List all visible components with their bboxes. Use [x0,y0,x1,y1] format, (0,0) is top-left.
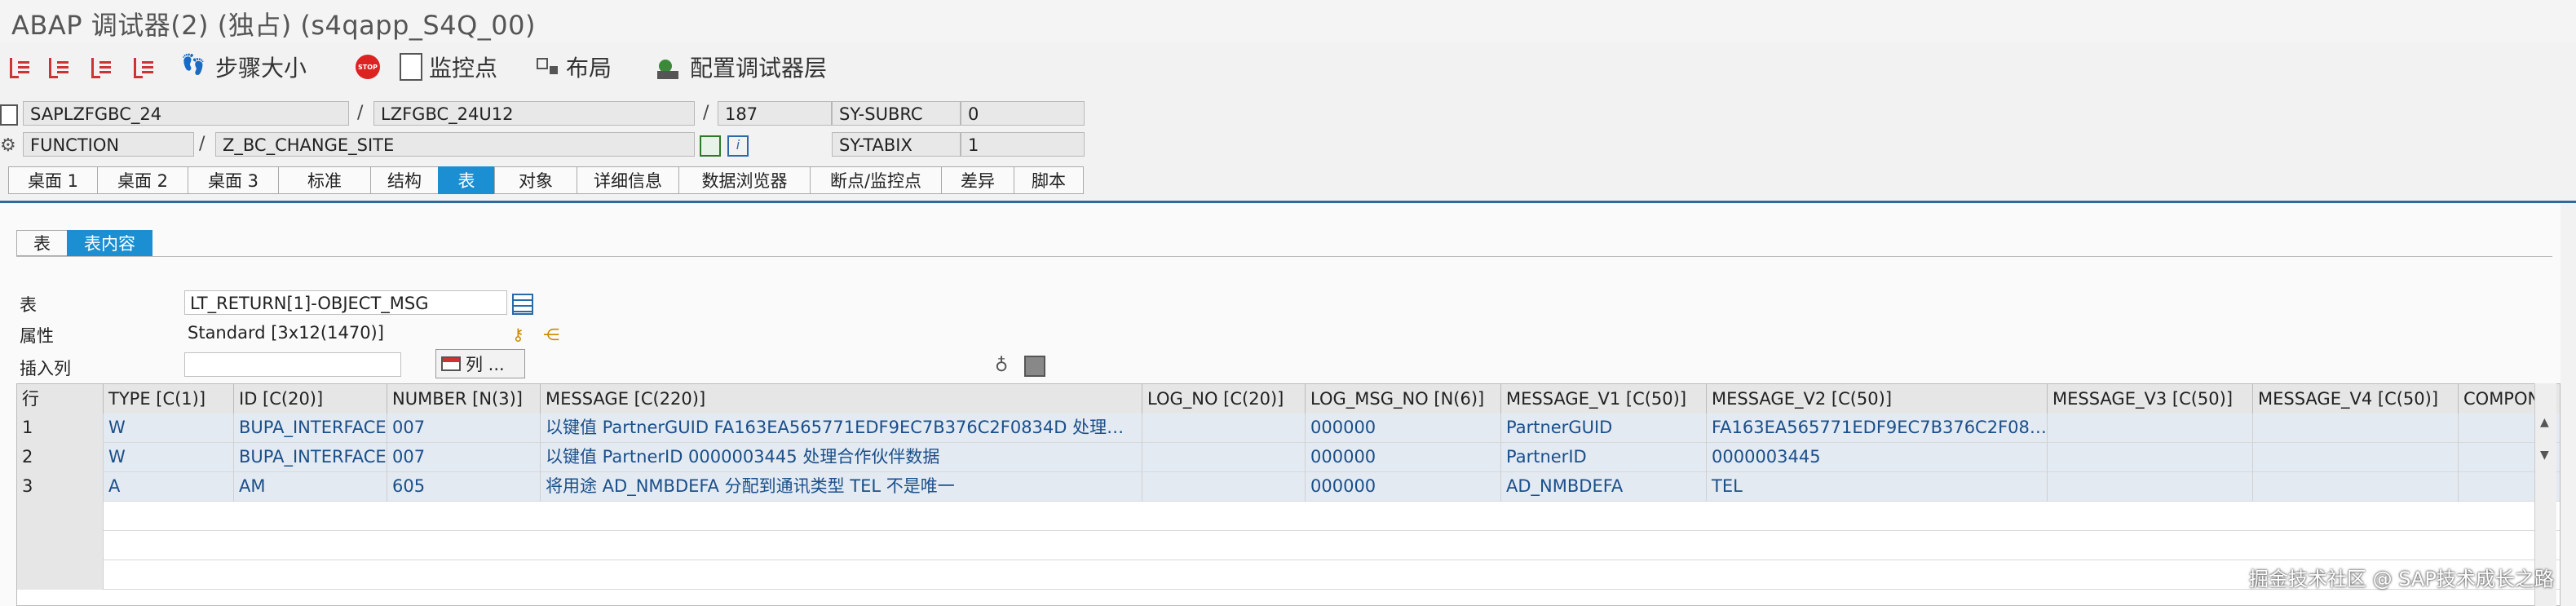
col-header-message[interactable]: MESSAGE [C(220)] [541,384,1142,414]
step-return-icon [88,55,113,79]
stop-icon: STOP [356,55,380,79]
key-icon[interactable]: ⚷ [512,325,530,344]
navigate-icon[interactable] [700,135,721,157]
gear-icon: ⚙ [0,135,16,156]
col-header-log-no[interactable]: LOG_NO [C(20)] [1142,384,1306,414]
event-type-field: FUNCTION [23,132,194,157]
step-return-button[interactable] [88,51,119,83]
columns-button[interactable]: 列 ... [435,349,525,378]
tab-data-browser[interactable]: 数据浏览器 [678,166,811,194]
table-row[interactable]: 1 W BUPA_INTERFACE 007 以键值 PartnerGUID F… [17,414,2560,443]
include-field: LZFGBC_24U12 [373,101,695,126]
table-view-icon[interactable] [512,294,533,315]
step-size-label: 步骤大小 [215,55,307,82]
col-header-number[interactable]: NUMBER [N(3)] [387,384,541,414]
insert-column-input[interactable] [184,352,401,377]
config-layers-button[interactable]: 配置调试器层 [656,51,827,83]
grid-header: 行 TYPE [C(1)] ID [C(20)] NUMBER [N(3)] M… [17,384,2560,414]
step-into-icon [7,55,31,79]
step-into-button[interactable] [7,51,38,83]
footsteps-icon [181,53,209,81]
tab-divider [0,201,2576,203]
user-config-icon [656,53,683,81]
layout-label: 布局 [566,55,612,82]
table-row [17,531,2560,560]
bulb-icon[interactable]: ♁ [995,356,1013,376]
program-icon [0,104,18,126]
tabix-value: 1 [961,132,1085,157]
table-row[interactable]: 3 A AM 605 将用途 AD_NMBDEFA 分配到通讯类型 TEL 不是… [17,472,2560,502]
continue-icon [130,55,155,79]
table-row[interactable]: 2 W BUPA_INTERFACE 007 以键值 PartnerID 000… [17,443,2560,472]
tab-table[interactable]: 表 [438,166,495,194]
col-header-message-v2[interactable]: MESSAGE_V2 [C(50)] [1707,384,2048,414]
tab-details[interactable]: 详细信息 [577,166,679,194]
col-header-row[interactable]: 行 [17,384,104,414]
debugger-tabs: 桌面 1 桌面 2 桌面 3 标准 结构 表 对象 详细信息 数据浏览器 断点/… [8,166,1084,194]
continue-button[interactable] [130,51,161,83]
info-icon[interactable]: i [727,135,749,157]
table-row [17,502,2560,531]
tab-objects[interactable]: 对象 [494,166,577,194]
layout-icon [535,55,559,79]
col-header-message-v3[interactable]: MESSAGE_V3 [C(50)] [2048,384,2253,414]
toolbar: 步骤大小 STOP 监控点 布局 配置调试器层 [0,46,897,88]
step-over-icon [46,55,70,79]
subrc-label: SY-SUBRC [832,101,961,126]
attribute-value: Standard [3x12(1470)] [188,323,384,343]
tab-breakpoints[interactable]: 断点/监控点 [810,166,942,194]
insert-column-label: 插入列 [20,359,71,378]
subrc-value: 0 [961,101,1085,126]
save-icon[interactable] [1024,356,1045,377]
table-contents-grid: 行 TYPE [C(1)] ID [C(20)] NUMBER [N(3)] M… [16,383,2561,606]
tabix-label: SY-TABIX [832,132,961,157]
tab-structure[interactable]: 结构 [370,166,439,194]
watermark: 掘金技术社区 @ SAP技术成长之路 [2249,568,2554,591]
attribute-label: 属性 [20,326,54,346]
hierarchy-icon[interactable]: ⋲ [543,325,561,344]
tab-script[interactable]: 脚本 [1014,166,1084,194]
scroll-down-icon[interactable]: ▼ [2540,449,2549,462]
watchpoints-label: 监控点 [429,55,498,82]
tab-desktop-3[interactable]: 桌面 3 [188,166,279,194]
table-label: 表 [20,295,37,315]
subtab-table-contents[interactable]: 表内容 [67,230,152,256]
tab-diff[interactable]: 差异 [941,166,1014,194]
table-name-input[interactable]: LT_RETURN[1]-OBJECT_MSG [184,290,507,315]
title-bar: ABAP 调试器(2) (独占) (s4qapp_S4Q_00) [0,0,2576,42]
sub-tabs: 表 表内容 [16,230,152,256]
document-icon [400,53,422,81]
stop-button[interactable]: STOP [356,51,387,83]
col-header-message-v1[interactable]: MESSAGE_V1 [C(50)] [1501,384,1707,414]
layout-button[interactable]: 布局 [535,51,612,83]
watchpoints-button[interactable]: 监控点 [400,51,497,83]
program-field: SAPLZFGBC_24 [23,101,349,126]
event-name-field: Z_BC_CHANGE_SITE [215,132,695,157]
subtab-table[interactable]: 表 [16,230,68,256]
table-row [17,560,2560,590]
window-title: ABAP 调试器(2) (独占) (s4qapp_S4Q_00) [11,10,536,41]
col-header-log-msg-no[interactable]: LOG_MSG_NO [N(6)] [1306,384,1501,414]
tab-desktop-2[interactable]: 桌面 2 [97,166,188,194]
col-header-id[interactable]: ID [C(20)] [234,384,387,414]
subtab-divider [16,256,2552,257]
step-size-button[interactable]: 步骤大小 [181,51,307,83]
col-header-type[interactable]: TYPE [C(1)] [104,384,234,414]
config-layers-label: 配置调试器层 [690,55,828,82]
col-header-message-v4[interactable]: MESSAGE_V4 [C(50)] [2253,384,2459,414]
tab-desktop-1[interactable]: 桌面 1 [8,166,98,194]
scroll-up-icon[interactable]: ▲ [2540,416,2549,429]
tab-standard[interactable]: 标准 [278,166,371,194]
line-field: 187 [718,101,832,126]
step-over-button[interactable] [46,51,77,83]
